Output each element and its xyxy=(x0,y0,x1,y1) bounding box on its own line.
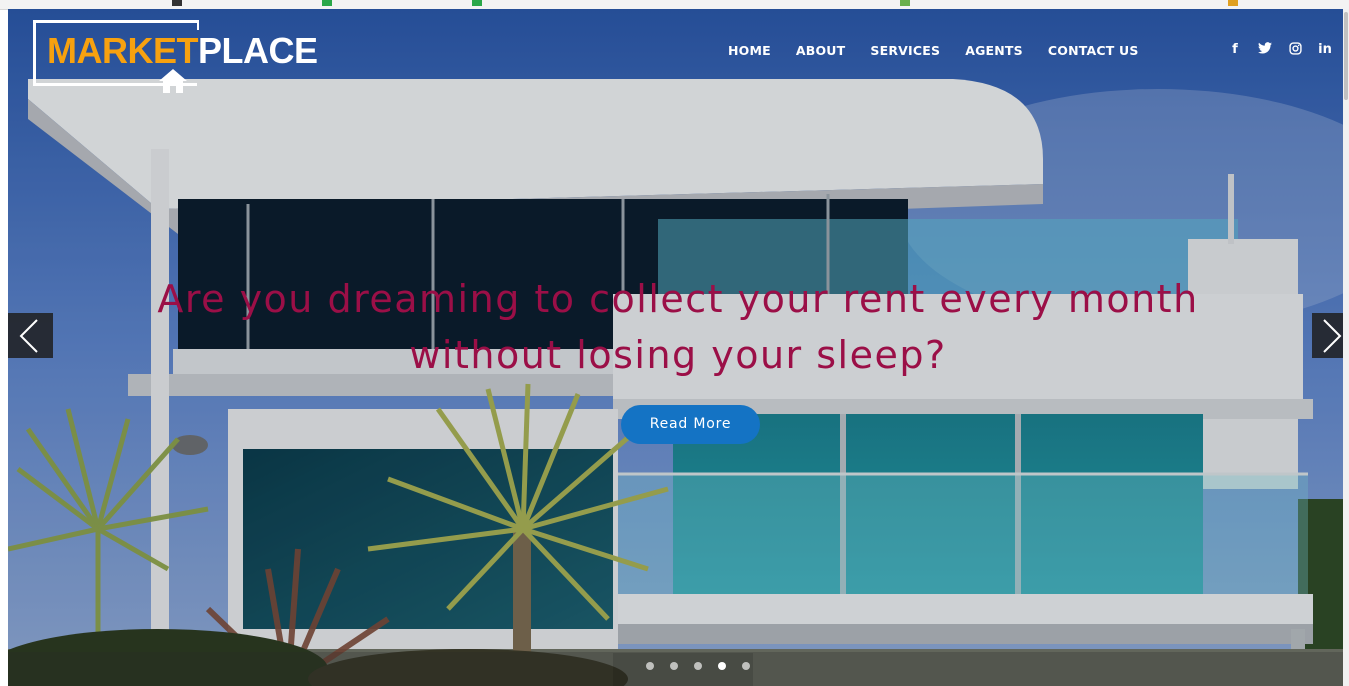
bookmark-icon[interactable] xyxy=(472,0,482,6)
carousel-dot[interactable] xyxy=(742,662,750,670)
scrollbar-thumb[interactable] xyxy=(1344,12,1348,100)
logo-text-market: MARKET xyxy=(47,30,198,71)
bookmark-icon[interactable] xyxy=(322,0,332,6)
bookmark-icon[interactable] xyxy=(172,0,182,6)
carousel-indicators xyxy=(613,653,753,686)
nav-home-link[interactable]: HOME xyxy=(728,43,771,58)
bookmark-icon[interactable] xyxy=(1228,0,1238,6)
hero-slider: MARKETPLACE HOME ABOUT SERVICES AGENTS C… xyxy=(8,9,1343,686)
instagram-icon[interactable] xyxy=(1280,42,1310,59)
linkedin-icon[interactable]: in xyxy=(1310,42,1340,59)
carousel-dot[interactable] xyxy=(670,662,678,670)
scrollbar-track[interactable] xyxy=(1343,9,1349,686)
carousel-prev-button[interactable] xyxy=(8,313,53,358)
hero-headline-line2: without losing your sleep? xyxy=(409,333,947,377)
hero-headline-line1: Are you dreaming to collect your rent ev… xyxy=(157,277,1199,321)
nav-agents-link[interactable]: AGENTS xyxy=(965,43,1023,58)
main-nav: HOME ABOUT SERVICES AGENTS CONTACT US xyxy=(728,43,1164,58)
carousel-dot[interactable] xyxy=(646,662,654,670)
bookmark-icon[interactable] xyxy=(900,0,910,6)
social-links: f in xyxy=(1220,42,1340,59)
twitter-icon[interactable] xyxy=(1250,42,1280,59)
carousel-dot[interactable] xyxy=(718,662,726,670)
read-more-button[interactable]: Read More xyxy=(621,405,760,444)
carousel-next-button[interactable] xyxy=(1312,313,1343,358)
nav-about-link[interactable]: ABOUT xyxy=(796,43,846,58)
chevron-left-icon xyxy=(19,319,38,353)
logo[interactable]: MARKETPLACE xyxy=(47,29,318,73)
hero-headline: Are you dreaming to collect your rent ev… xyxy=(128,271,1228,383)
house-icon xyxy=(159,69,187,93)
nav-services-link[interactable]: SERVICES xyxy=(870,43,940,58)
nav-contact-link[interactable]: CONTACT US xyxy=(1048,43,1139,58)
chevron-right-icon xyxy=(1323,319,1342,353)
logo-text-place: PLACE xyxy=(197,30,318,71)
carousel-dot[interactable] xyxy=(694,662,702,670)
facebook-icon[interactable]: f xyxy=(1220,42,1250,59)
